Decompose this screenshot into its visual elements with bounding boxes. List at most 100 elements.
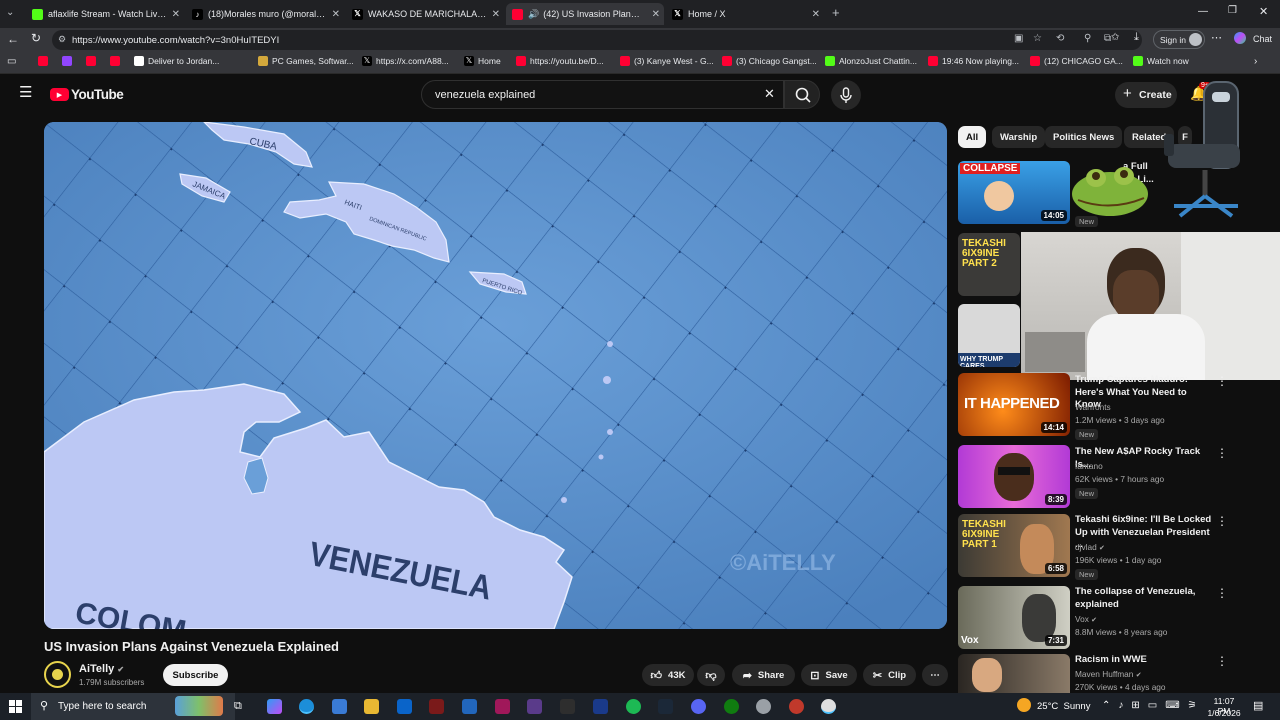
bookmarks-overflow-icon[interactable]: › <box>1254 56 1257 67</box>
maximize-icon[interactable]: ❐ <box>1228 5 1237 16</box>
clock-date[interactable]: 1/6/2026 <box>1207 708 1241 718</box>
related-title-8[interactable]: Racism in WWE <box>1075 654 1215 667</box>
install-app-icon[interactable]: ▣ <box>1014 33 1023 44</box>
store-taskbar-icon[interactable] <box>332 699 347 714</box>
taskbar-search-input[interactable]: ⚲ Type here to search <box>31 693 235 720</box>
close-icon[interactable]: ✕ <box>492 9 500 20</box>
bookmark-kanye[interactable]: (3) Kanye West - G... <box>620 56 714 66</box>
bookmark-youtube-2[interactable] <box>86 56 100 66</box>
download-icon[interactable]: ⤓ <box>1134 31 1139 44</box>
bookmark-youtu-be[interactable]: https://youtu.be/D... <box>516 56 604 66</box>
minimize-icon[interactable]: — <box>1198 6 1208 17</box>
hamburger-menu-icon[interactable]: ☰ <box>19 85 32 100</box>
related-thumb-4[interactable]: IT HAPPENED 14:14 <box>958 373 1070 436</box>
outlook-icon[interactable] <box>397 699 412 714</box>
voice-search-button[interactable] <box>831 80 861 110</box>
share-button[interactable]: ➦ Share <box>732 664 795 686</box>
tab-tiktok[interactable]: ♪ (18)Morales muro (@moralesmuro) ✕ <box>186 3 344 25</box>
tab-kick[interactable]: aflaxlife Stream - Watch Live on Kick ✕ <box>26 3 184 25</box>
steam-icon[interactable] <box>658 699 673 714</box>
copilot-taskbar-icon[interactable] <box>267 699 282 714</box>
related-channel-4[interactable]: Warfronts <box>1075 401 1111 414</box>
bookmark-x-link[interactable]: 𝕏https://x.com/A88... <box>362 56 449 66</box>
chrome-icon[interactable] <box>821 699 836 714</box>
dislike-button[interactable]: 👎︎ <box>697 664 725 686</box>
app-icon-blue[interactable] <box>462 699 477 714</box>
search-button[interactable] <box>784 80 820 109</box>
file-explorer-icon[interactable] <box>364 699 379 714</box>
bookmarks-menu-icon[interactable]: ▭ <box>7 56 16 67</box>
notification-center-icon[interactable]: ▤ <box>1253 699 1263 712</box>
discord-icon[interactable] <box>691 699 706 714</box>
close-icon[interactable]: ✕ <box>332 9 340 20</box>
tab-youtube-active[interactable]: 🔊 (42) US Invasion Plans Against Venezue… <box>506 3 664 25</box>
search-input[interactable]: venezuela explained ✕ <box>421 80 784 109</box>
speaker-icon[interactable]: 🔊 <box>528 9 539 20</box>
close-icon[interactable]: ✕ <box>812 9 820 20</box>
bookmark-twitch[interactable] <box>62 56 76 66</box>
related-channel-6[interactable]: djvlad ✔ <box>1075 541 1105 555</box>
related-menu-icon[interactable]: ⋮ <box>1216 514 1228 528</box>
tab-x-wakaso[interactable]: 𝕏 WAKASO DE MARICHALAR on X ✕ <box>346 3 504 25</box>
weather-text[interactable]: 25°C Sunny <box>1037 701 1090 712</box>
like-button[interactable]: 👍︎ 43K <box>642 664 694 686</box>
related-menu-icon[interactable]: ⋮ <box>1216 654 1228 668</box>
clip-button[interactable]: ✂ Clip <box>863 664 916 686</box>
back-icon[interactable]: ← <box>7 32 19 46</box>
bookmark-now-playing[interactable]: 19:46 Now playing... <box>928 56 1019 66</box>
youtube-logo[interactable]: ▶ YouTube <box>50 87 124 102</box>
related-thumb-7[interactable]: Vox 7:31 <box>958 586 1070 649</box>
chip-warship[interactable]: Warship <box>992 126 1046 148</box>
chip-politics-news[interactable]: Politics News <box>1045 126 1123 148</box>
favorite-star-icon[interactable]: ☆ <box>1033 33 1042 44</box>
close-icon[interactable]: ✕ <box>172 9 180 20</box>
app-icon-gray[interactable] <box>756 699 771 714</box>
site-info-icon[interactable]: ⚙ <box>58 34 66 45</box>
related-menu-icon[interactable]: ⋮ <box>1216 374 1228 388</box>
close-icon[interactable]: ✕ <box>652 9 660 20</box>
app-icon-purple[interactable] <box>527 699 542 714</box>
related-thumb-8[interactable] <box>958 654 1070 693</box>
related-title-7[interactable]: The collapse of Venezuela, explained <box>1075 586 1215 611</box>
bookmark-watch-now[interactable]: Watch now <box>1133 56 1189 66</box>
app-icon-dark[interactable] <box>560 699 575 714</box>
bookmark-youtube-1[interactable] <box>38 56 52 66</box>
task-view-icon[interactable]: ⧉ <box>234 700 242 713</box>
address-bar[interactable]: ⚙ https://www.youtube.com/watch?v=3n0HuI… <box>52 30 1142 50</box>
related-channel-8[interactable]: Maven Huffman ✔ <box>1075 668 1142 682</box>
channel-avatar[interactable] <box>44 661 71 688</box>
related-channel-7[interactable]: Vox ✔ <box>1075 613 1097 627</box>
related-menu-icon[interactable]: ⋮ <box>1216 446 1228 460</box>
bookmark-youtube-3[interactable] <box>110 56 124 66</box>
copilot-icon[interactable] <box>1234 32 1246 44</box>
extensions-icon[interactable]: ⚲ <box>1084 33 1091 44</box>
channel-name[interactable]: AiTelly ✔ <box>79 663 124 675</box>
refresh-page-icon[interactable]: ⟲ <box>1056 33 1064 44</box>
app-icon-navy[interactable] <box>593 699 608 714</box>
favorites-icon[interactable]: ✩ <box>1111 32 1119 43</box>
related-thumb-5[interactable]: 8:39 <box>958 445 1070 508</box>
more-actions-button[interactable]: ⋯ <box>922 664 948 686</box>
reload-icon[interactable]: ↻ <box>31 31 41 45</box>
tab-list-icon[interactable]: ⌄ <box>6 7 14 18</box>
related-menu-icon[interactable]: ⋮ <box>1216 586 1228 600</box>
bookmark-chicago-gangst[interactable]: (3) Chicago Gangst... <box>722 56 817 66</box>
chip-all[interactable]: All <box>958 126 987 148</box>
window-close-icon[interactable]: ✕ <box>1259 5 1268 18</box>
bookmark-alonzo[interactable]: AlonzoJust Chattin... <box>825 56 917 66</box>
bookmark-amazon[interactable]: Deliver to Jordan... <box>134 56 219 66</box>
app-icon-red[interactable] <box>429 699 444 714</box>
more-menu-icon[interactable]: ⋯ <box>1211 31 1222 44</box>
related-thumb-3[interactable]: WHY TRUMP CARES <box>958 304 1020 367</box>
save-button[interactable]: ⊡ Save <box>801 664 857 686</box>
related-thumb-2[interactable]: TEKASHI 6IX9INE PART 2 <box>958 233 1020 296</box>
spotify-icon[interactable] <box>626 699 641 714</box>
new-tab-icon[interactable]: + <box>832 5 840 20</box>
chat-label[interactable]: Chat <box>1253 34 1272 44</box>
related-channel-5[interactable]: fantano <box>1075 460 1103 473</box>
bookmark-chicago-ga[interactable]: (12) CHICAGO GA... <box>1030 56 1123 66</box>
edge-taskbar-icon[interactable] <box>299 699 314 714</box>
xbox-icon[interactable] <box>724 699 739 714</box>
sign-in-button[interactable]: Sign in <box>1153 30 1205 49</box>
related-thumb-1[interactable]: COLLAPSE 14:05 <box>958 161 1070 224</box>
